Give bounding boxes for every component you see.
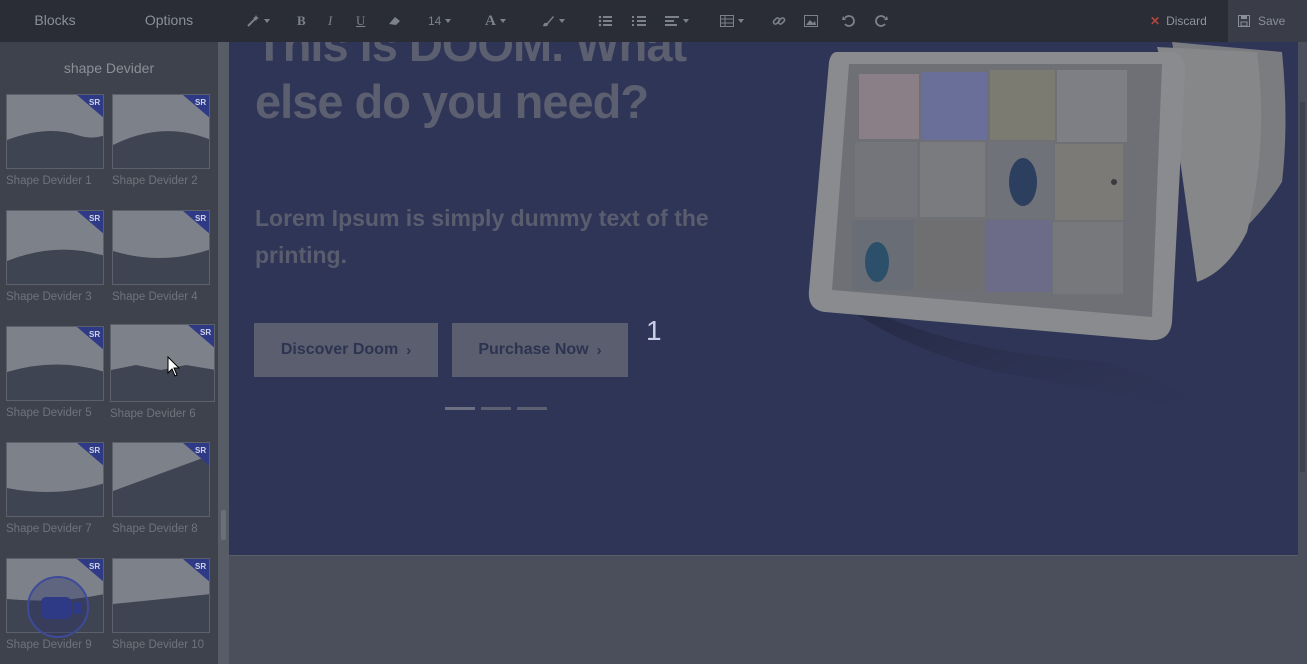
shape-devider-thumb[interactable]: SR Shape Devider 4	[112, 210, 210, 303]
font-color-icon[interactable]: A	[485, 12, 506, 30]
close-icon: ✕	[1150, 14, 1161, 28]
blocks-sidebar: shape Devider SR Shape Devider 1 SR Shape D…	[0, 42, 218, 664]
shape-devider-preview: SR	[110, 324, 215, 402]
shape-devider-thumb[interactable]: SR Shape Devider 3	[6, 210, 104, 303]
shape-devider-label: Shape Devider 1	[6, 175, 92, 187]
sidebar-scrollbar[interactable]	[221, 510, 226, 540]
tab-options[interactable]: Options	[110, 0, 228, 42]
floppy-disk-icon	[1238, 15, 1250, 27]
shape-devider-thumb[interactable]: SR Shape Devider 8	[112, 442, 210, 535]
shape-devider-preview: SR	[6, 94, 104, 169]
shape-devider-preview: SR	[6, 442, 104, 517]
screen-record-badge	[27, 576, 89, 638]
slider-dot[interactable]	[517, 407, 547, 410]
sidebar-resize-handle[interactable]	[218, 42, 229, 664]
shape-devider-thumb[interactable]: SR Shape Devider 1	[6, 94, 104, 187]
tab-blocks[interactable]: Blocks	[0, 0, 110, 42]
sr-badge: SR	[89, 98, 100, 107]
purchase-now-label: Purchase Now	[478, 341, 589, 358]
mouse-pointer-icon	[167, 356, 181, 377]
shape-devider-preview: SR	[112, 94, 210, 169]
next-section	[229, 555, 1298, 664]
bold-icon[interactable]: B	[297, 12, 306, 30]
slide-number: 1	[646, 315, 662, 346]
purchase-now-button[interactable]: Purchase Now ›	[452, 323, 628, 377]
slider-dots	[445, 407, 547, 410]
tablet-image	[777, 42, 1297, 452]
shape-devider-label: Shape Devider 3	[6, 291, 92, 303]
shape-devider-label: Shape Devider 2	[112, 175, 198, 187]
hero-subtitle: Lorem Ipsum is simply dummy text of the …	[255, 205, 709, 268]
save-button[interactable]: Save	[1228, 0, 1307, 42]
discard-button[interactable]: ✕ Discard	[1138, 0, 1228, 42]
slider-dot[interactable]	[481, 407, 511, 410]
shape-devider-preview: SR	[6, 210, 104, 285]
italic-icon[interactable]: I	[328, 12, 332, 30]
chevron-right-icon: ›	[406, 341, 412, 359]
shape-devider-preview: SR	[112, 210, 210, 285]
link-icon[interactable]	[772, 12, 786, 30]
undo-icon[interactable]	[842, 12, 856, 30]
eraser-icon[interactable]	[388, 12, 402, 30]
sr-badge: SR	[195, 214, 206, 223]
font-size-value: 14	[428, 14, 442, 28]
table-icon[interactable]	[720, 12, 744, 30]
magic-wand-icon[interactable]	[246, 12, 270, 30]
sr-badge: SR	[200, 328, 211, 337]
underline-icon[interactable]: U	[356, 12, 365, 30]
bullet-list-icon[interactable]	[598, 12, 612, 30]
camera-icon	[41, 597, 71, 619]
sr-badge: SR	[89, 446, 100, 455]
shape-devider-label: Shape Devider 5	[6, 407, 92, 419]
sidebar-heading: shape Devider	[63, 60, 155, 76]
canvas-scrollbar[interactable]	[1298, 42, 1307, 664]
shape-devider-thumb[interactable]: SR Shape Devider 2	[112, 94, 210, 187]
brush-icon[interactable]	[541, 12, 565, 30]
shape-devider-label: Shape Devider 10	[112, 639, 205, 651]
shape-devider-preview: SR	[112, 442, 210, 517]
shape-devider-thumb[interactable]: SR Shape Devider 10	[112, 558, 210, 651]
shape-devider-label: Shape Devider 8	[112, 523, 198, 535]
redo-icon[interactable]	[874, 12, 888, 30]
shape-devider-label: Shape Devider 4	[112, 291, 198, 303]
shape-devider-label: Shape Devider 9	[6, 639, 92, 651]
hero-title: This is DOOM. What else do you need?	[255, 42, 687, 128]
discover-doom-label: Discover Doom	[280, 341, 399, 358]
align-icon[interactable]	[665, 12, 689, 30]
shape-devider-preview: SR	[6, 326, 104, 401]
shape-devider-thumb[interactable]: SR Shape Devider 5	[6, 326, 104, 419]
sr-badge: SR	[89, 330, 100, 339]
shape-devider-thumb[interactable]: SR Shape Devider 6	[110, 324, 215, 420]
editor-toolbar: Blocks Options B I U 14 A ✕ Discard Save	[0, 0, 1307, 42]
save-label: Save	[1258, 14, 1286, 28]
shape-devider-preview: SR	[112, 558, 210, 633]
slider-dot[interactable]	[445, 407, 475, 410]
shape-devider-thumb[interactable]: SR Shape Devider 7	[6, 442, 104, 535]
sr-badge: SR	[195, 98, 206, 107]
discover-doom-button[interactable]: Discover Doom ›	[254, 323, 438, 377]
sr-badge: SR	[195, 562, 206, 571]
sr-badge: SR	[89, 214, 100, 223]
shape-devider-label: Shape Devider 7	[6, 523, 92, 535]
shape-devider-label: Shape Devider 6	[110, 408, 196, 420]
sr-badge: SR	[195, 446, 206, 455]
font-size-select[interactable]: 14	[428, 12, 452, 30]
image-icon[interactable]	[804, 12, 818, 30]
page-canvas: This is DOOM. What else do you need? Lor…	[229, 42, 1298, 555]
chevron-right-icon: ›	[596, 341, 602, 359]
sr-badge: SR	[89, 562, 100, 571]
numbered-list-icon[interactable]	[632, 12, 646, 30]
discard-label: Discard	[1166, 14, 1207, 28]
